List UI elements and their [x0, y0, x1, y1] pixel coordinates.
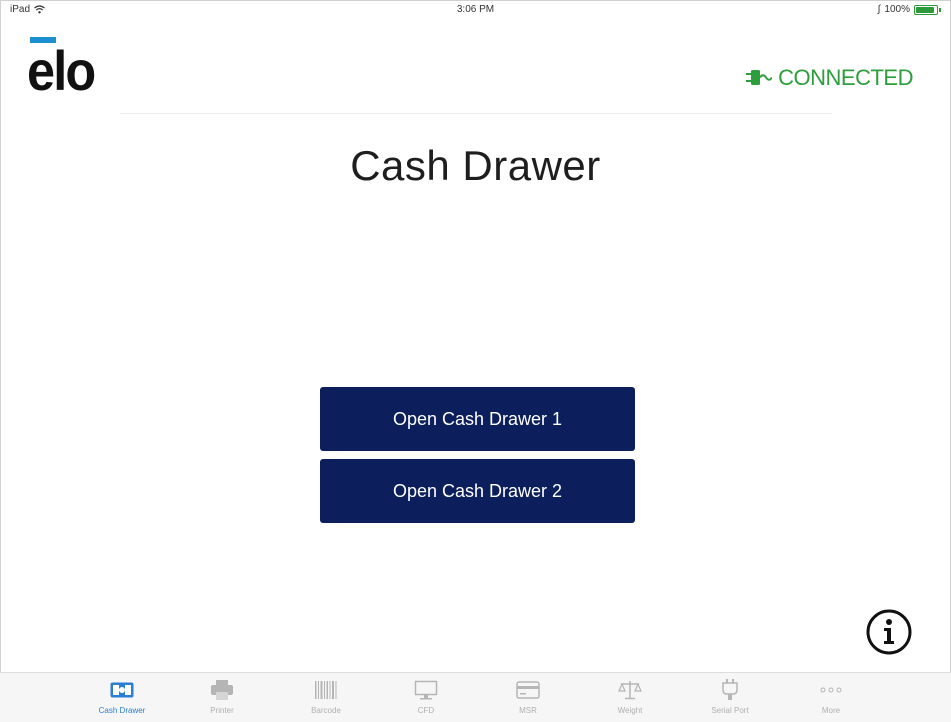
connection-status: CONNECTED	[746, 65, 913, 91]
tab-more[interactable]: More	[786, 673, 876, 721]
plug-icon	[746, 70, 773, 85]
bluetooth-icon: ∫	[877, 4, 881, 15]
tab-label: Serial Port	[711, 706, 749, 715]
tab-barcode[interactable]: Barcode	[281, 673, 371, 721]
app-frame	[0, 0, 951, 721]
tab-printer[interactable]: Printer	[177, 673, 267, 721]
status-bar: iPad 3:06 PM ∫ 100%	[0, 0, 951, 18]
battery-icon	[914, 4, 938, 15]
tab-bar: Cash Drawer Printer Barcode CFD MSR Weig…	[0, 672, 951, 722]
more-icon	[819, 679, 843, 701]
tab-label: Barcode	[311, 706, 341, 715]
battery-fill	[916, 6, 934, 13]
barcode-icon	[314, 679, 338, 701]
battery-tip	[939, 7, 941, 12]
header-divider	[120, 113, 832, 114]
status-right: ∫ 100%	[878, 4, 941, 15]
open-cash-drawer-1-button[interactable]: Open Cash Drawer 1	[320, 387, 635, 451]
tab-label: Weight	[617, 706, 643, 715]
printer-icon	[210, 679, 234, 701]
tab-weight[interactable]: Weight	[585, 673, 675, 721]
tab-serial-port[interactable]: Serial Port	[685, 673, 775, 721]
tab-label: Cash Drawer	[98, 706, 146, 715]
serial-port-icon	[718, 679, 742, 701]
tab-cfd[interactable]: CFD	[381, 673, 471, 721]
tab-label: CFD	[417, 706, 435, 715]
tab-label: More	[821, 706, 841, 715]
page-title: Cash Drawer	[350, 142, 601, 189]
elo-logo: elo	[27, 39, 96, 102]
tab-msr[interactable]: MSR	[483, 673, 573, 721]
card-icon	[516, 679, 540, 701]
tab-label: Printer	[210, 706, 234, 715]
cash-drawer-icon	[110, 679, 134, 701]
tab-label: MSR	[519, 706, 537, 715]
open-cash-drawer-2-button[interactable]: Open Cash Drawer 2	[320, 459, 635, 523]
connection-status-label: CONNECTED	[778, 65, 913, 90]
battery-percentage: 100%	[884, 4, 910, 15]
status-time: 3:06 PM	[456, 4, 495, 15]
tab-cash-drawer[interactable]: Cash Drawer	[77, 673, 167, 721]
scale-icon	[618, 679, 642, 701]
monitor-icon	[414, 679, 438, 701]
info-icon[interactable]	[865, 608, 913, 656]
